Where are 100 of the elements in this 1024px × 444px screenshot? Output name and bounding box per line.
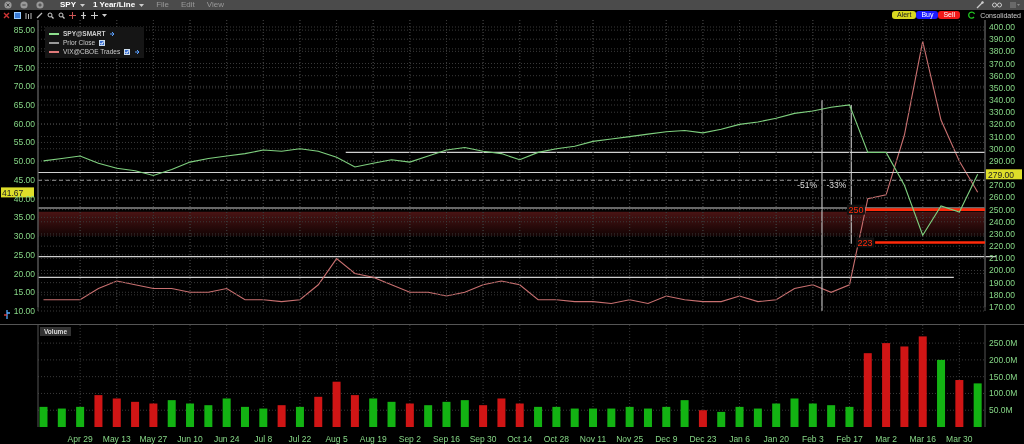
axis-label: 100.0M: [989, 388, 1018, 399]
period-dropdown[interactable]: 1 Year/Line: [93, 0, 145, 10]
axis-label: 250.00: [989, 204, 1015, 215]
axis-label: 330.00: [989, 107, 1015, 118]
axis-label: Aug 19: [359, 434, 387, 444]
axis-label: Jul 22: [288, 434, 312, 444]
volume-bar: [76, 406, 85, 427]
volume-bar: [167, 400, 176, 427]
volume-bar: [424, 405, 433, 427]
volume-bar: [57, 408, 66, 427]
axis-label: Sep 30: [469, 434, 497, 444]
volume-bar: [827, 405, 836, 427]
axis-label: 390.00: [989, 34, 1015, 45]
axis-label: 380.00: [989, 46, 1015, 57]
axis-label: 35.00: [13, 212, 35, 223]
axis-label: 200.00: [989, 265, 1015, 276]
axis-label: 290.00: [989, 155, 1015, 166]
zoom-in-icon[interactable]: [47, 11, 54, 19]
volume-bar: [534, 406, 543, 427]
axis-label: 300.00: [989, 143, 1015, 154]
axis-label: 30.00: [13, 231, 35, 242]
axis-label: 80.00: [13, 43, 35, 54]
volume-bar: [570, 408, 579, 427]
axis-label: Jul 8: [254, 434, 273, 444]
volume-bar: [259, 408, 268, 427]
window-icon[interactable]: [14, 11, 21, 19]
axis-label: 15.00: [13, 287, 35, 298]
pin-icon[interactable]: [109, 30, 116, 37]
axis-label: 310.00: [989, 131, 1015, 142]
axis-label: 180.00: [989, 289, 1015, 300]
volume-bar: [204, 405, 213, 427]
volume-bar: [241, 406, 249, 427]
refresh-icon[interactable]: [968, 11, 977, 19]
volume-bar: [94, 395, 103, 427]
axis-label: 320.00: [989, 119, 1015, 130]
axis-label: Jun 24: [213, 434, 240, 444]
volume-bar: [662, 406, 671, 427]
caret-icon: [139, 2, 145, 8]
axis-label: Feb 17: [836, 434, 863, 444]
checkbox[interactable]: [99, 39, 106, 46]
axis-label: 55.00: [13, 137, 35, 148]
symbol-dropdown[interactable]: SPY: [60, 0, 85, 10]
axis-label: 190.00: [989, 277, 1015, 288]
close-icon[interactable]: [4, 1, 12, 9]
volume-bar: [808, 403, 817, 427]
volume-bar: [680, 400, 689, 427]
volume-bar: [497, 398, 506, 427]
axis-label: 25.00: [13, 249, 35, 260]
axis-label: May 13: [102, 434, 131, 444]
volume-bar: [717, 411, 726, 427]
axis-label: 400.00: [989, 22, 1015, 32]
axis-label: 50.0M: [989, 405, 1013, 416]
volume-bar: [607, 408, 616, 427]
axis-label: Nov 11: [579, 434, 607, 444]
volume-bar: [39, 406, 48, 427]
axis-label: 200.0M: [989, 354, 1018, 365]
axis-label: Mar 16: [909, 434, 936, 444]
volume-bar: [277, 405, 286, 427]
axis-label: 260.00: [989, 192, 1015, 203]
axis-label: 60.00: [13, 118, 35, 129]
axis-label: 360.00: [989, 70, 1015, 81]
axis-label: 85.00: [13, 25, 35, 36]
axis-label: 170.00: [989, 302, 1015, 312]
pencil-icon[interactable]: [36, 11, 43, 19]
axis-label: 45.00: [13, 174, 35, 185]
zoom-out-icon[interactable]: [58, 11, 65, 19]
marker-icon[interactable]: [4, 310, 11, 319]
axis-label: 350.00: [989, 82, 1015, 93]
volume-bar: [790, 398, 799, 427]
axis-label: 250.0M: [989, 338, 1018, 349]
bar-chart-icon[interactable]: [25, 11, 32, 19]
axis-label: Dec 23: [689, 434, 717, 444]
axis-label: 270.00: [989, 180, 1015, 191]
caret-icon[interactable]: [102, 12, 107, 18]
volume-bar: [350, 395, 359, 427]
axis-label: Oct 28: [543, 434, 569, 444]
volume-bar: [643, 408, 652, 427]
axis-label: 75.00: [13, 62, 35, 73]
axis-label: May 27: [139, 434, 168, 444]
close-icon[interactable]: [3, 11, 10, 19]
crosshair-icon[interactable]: [91, 11, 98, 19]
axis-label: Mar 2: [875, 434, 897, 444]
percent-label: -33%: [826, 179, 847, 190]
pin-icon[interactable]: [134, 48, 141, 55]
axis-label: Feb 3: [801, 434, 824, 444]
axis-label: Jun 10: [177, 434, 203, 444]
volume-bar: [149, 403, 158, 427]
level-label: 250: [846, 204, 865, 216]
volume-bar: [222, 398, 231, 427]
binoculars-icon[interactable]: [992, 1, 1002, 9]
axis-label: Oct 14: [507, 434, 533, 444]
axis-label: Jan 6: [729, 434, 750, 444]
volume-bar: [753, 408, 762, 427]
volume-bar: [460, 400, 469, 427]
volume-bar: [295, 406, 304, 427]
axis-label: Sep 2: [398, 434, 421, 444]
checkbox[interactable]: [124, 48, 131, 55]
percent-label: -51%: [797, 179, 817, 190]
axis-label: 65.00: [13, 100, 35, 110]
axis-label: Jan 20: [763, 434, 789, 444]
